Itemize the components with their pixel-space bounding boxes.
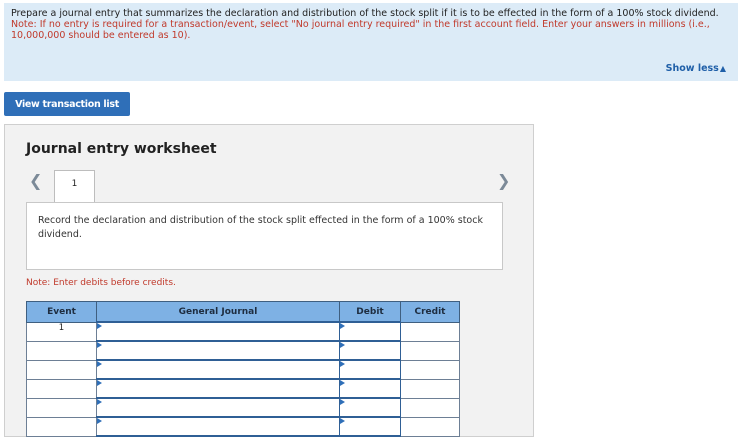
chevron-right-icon[interactable]: ❯ [497, 173, 510, 189]
debit-field[interactable] [339, 378, 401, 399]
instructions-note: Note: If no entry is required for a tran… [11, 19, 710, 41]
event-cell [26, 340, 97, 361]
credit-field[interactable] [400, 397, 460, 418]
event-cell: 1 [26, 321, 97, 342]
account-field[interactable] [96, 397, 340, 418]
dropdown-marker-icon [340, 342, 345, 348]
debit-field[interactable] [339, 416, 401, 437]
transaction-description: Record the declaration and distribution … [26, 202, 503, 270]
instructions-text: Prepare a journal entry that summarizes … [11, 8, 719, 19]
credit-field[interactable] [400, 359, 460, 380]
account-field[interactable] [96, 340, 340, 361]
journal-entry-worksheet: Journal entry worksheet ❮ 1 ❯ Record the… [4, 124, 534, 437]
view-transaction-list-button[interactable]: View transaction list [4, 92, 130, 116]
credit-header: Credit [400, 301, 460, 323]
debits-credits-note: Note: Enter debits before credits. [26, 278, 176, 288]
event-cell [26, 397, 97, 418]
dropdown-marker-icon [340, 380, 345, 386]
dropdown-marker-icon [97, 323, 102, 329]
worksheet-title: Journal entry worksheet [26, 141, 217, 157]
tab-1[interactable]: 1 [54, 170, 95, 202]
dropdown-marker-icon [340, 399, 345, 405]
account-field[interactable] [96, 378, 340, 399]
general-journal-header: General Journal [96, 301, 340, 323]
debit-field[interactable] [339, 359, 401, 380]
table-row: 1 [26, 321, 460, 342]
journal-table: Event General Journal Debit Credit 1 [26, 301, 460, 437]
event-header: Event [26, 301, 97, 323]
dropdown-marker-icon [97, 342, 102, 348]
dropdown-marker-icon [97, 361, 102, 367]
credit-field[interactable] [400, 378, 460, 399]
dropdown-marker-icon [97, 399, 102, 405]
credit-field[interactable] [400, 416, 460, 437]
event-cell [26, 378, 97, 399]
event-cell [26, 359, 97, 380]
dropdown-marker-icon [340, 361, 345, 367]
dropdown-marker-icon [97, 380, 102, 386]
chevron-left-icon[interactable]: ❮ [29, 173, 42, 189]
account-field[interactable] [96, 321, 340, 342]
account-field[interactable] [96, 416, 340, 437]
credit-field[interactable] [400, 340, 460, 361]
table-row [26, 340, 460, 361]
event-cell [26, 416, 97, 437]
account-field[interactable] [96, 359, 340, 380]
dropdown-marker-icon [340, 323, 345, 329]
show-less-label: Show less [665, 63, 719, 74]
instructions-panel: Prepare a journal entry that summarizes … [4, 3, 738, 81]
table-row [26, 378, 460, 399]
dropdown-marker-icon [97, 418, 102, 424]
debit-header: Debit [339, 301, 401, 323]
debit-field[interactable] [339, 397, 401, 418]
table-row [26, 359, 460, 380]
dropdown-marker-icon [340, 418, 345, 424]
debit-field[interactable] [339, 340, 401, 361]
triangle-up-icon: ▲ [719, 64, 726, 73]
table-row [26, 397, 460, 418]
credit-field[interactable] [400, 321, 460, 342]
debit-field[interactable] [339, 321, 401, 342]
show-less-link[interactable]: Show less▲ [666, 63, 726, 74]
table-row [26, 416, 460, 437]
